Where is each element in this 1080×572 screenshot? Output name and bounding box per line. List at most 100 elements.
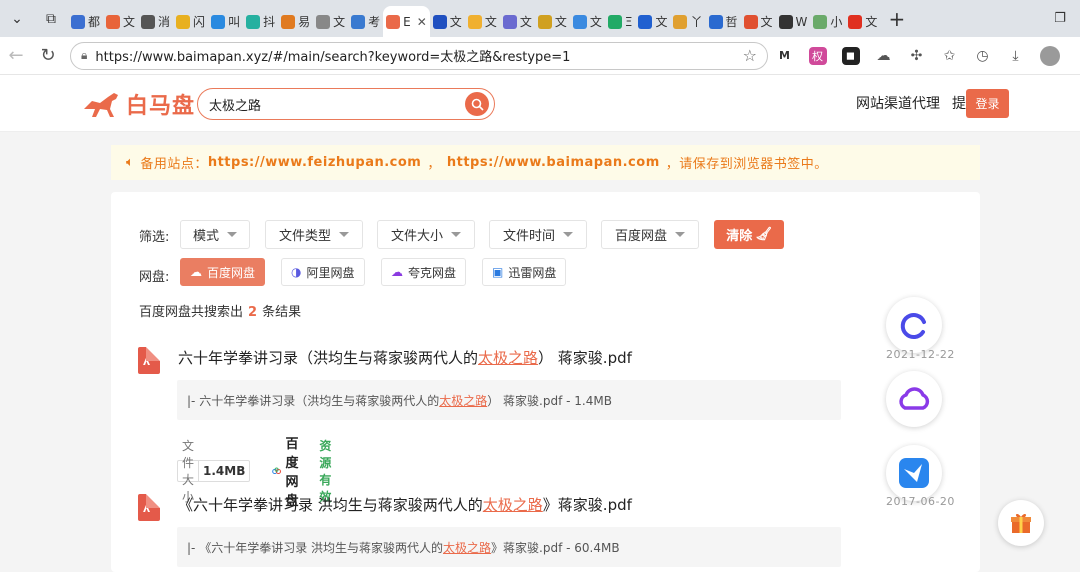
reload-icon[interactable]: ↻ xyxy=(32,45,64,66)
snippet-text: 》蒋家骏.pdf - 60.4MB xyxy=(491,540,620,555)
search-input[interactable]: 太极之路 xyxy=(197,88,495,120)
favorites-icon[interactable]: ✩ xyxy=(933,48,966,64)
address-bar[interactable]: 🔒︎ https://www.baimapan.xyz/#/main/searc… xyxy=(70,41,768,70)
agent-link[interactable]: 网站渠道代理 xyxy=(856,93,940,113)
tab-right-2[interactable]: 文 xyxy=(500,8,535,36)
tab-label: 考 xyxy=(368,15,381,29)
horse-logo-icon xyxy=(84,93,118,117)
tab-label: 文 xyxy=(519,15,532,29)
tab-label: 文 xyxy=(760,15,773,29)
tab-0[interactable]: 都 xyxy=(68,8,103,36)
chevron-down-icon xyxy=(451,232,461,237)
new-tab-button[interactable]: + xyxy=(880,7,913,31)
tab-favicon-icon xyxy=(386,14,401,29)
tab-right-10[interactable]: W xyxy=(776,8,811,36)
tab-6[interactable]: 易 xyxy=(278,8,313,36)
tab-favicon-icon xyxy=(316,14,331,29)
filter-label: 筛选: xyxy=(139,230,170,245)
search-button[interactable] xyxy=(465,92,489,116)
file-size-dropdown[interactable]: 文件大小 xyxy=(377,220,475,249)
tab-3[interactable]: 闪 xyxy=(173,8,208,36)
file-time-dropdown[interactable]: 文件时间 xyxy=(489,220,587,249)
tab-label: 文 xyxy=(484,15,497,29)
disk-aliyun[interactable]: ◑ 阿里网盘 xyxy=(281,258,365,286)
tab-right-0[interactable]: 文 xyxy=(430,8,465,36)
file-type-dropdown[interactable]: 文件类型 xyxy=(265,220,363,249)
notice-url-1[interactable]: https://www.feizhupan.com xyxy=(208,155,422,170)
ext-game-icon[interactable]: ◼ xyxy=(834,46,867,65)
disk-baidu[interactable]: ☁ 百度网盘 xyxy=(180,258,266,286)
disk-xunlei[interactable]: ▣ 迅雷网盘 xyxy=(482,258,567,286)
tab-right-12[interactable]: 文 xyxy=(845,8,880,36)
ext-mark-icon[interactable]: 权 xyxy=(801,46,834,65)
aliyun-float-button[interactable] xyxy=(886,297,942,353)
site-logo[interactable]: 白马盘 xyxy=(82,88,195,120)
mode-dropdown[interactable]: 模式 xyxy=(180,220,250,249)
notice-url-2[interactable]: https://www.baimapan.com xyxy=(447,155,660,170)
ext-cloud-icon[interactable]: ☁ xyxy=(867,48,900,64)
tab-list-right: 文文文文文Ξ文丫哲文W小文 xyxy=(430,2,881,36)
tab-right-6[interactable]: 文 xyxy=(635,8,670,36)
search-value: 太极之路 xyxy=(209,98,262,114)
tab-actions-icon[interactable]: ⌄ xyxy=(0,0,34,37)
window-restore-icon[interactable]: ❐ xyxy=(1040,11,1080,26)
title-highlight: 太极之路 xyxy=(482,496,543,514)
site-info-icon[interactable]: 🔒︎ xyxy=(81,48,87,63)
disk-dropdown[interactable]: 百度网盘 xyxy=(601,220,699,249)
browser-tab-strip: ⌄ ⧉ 都 文 消 闪 叫 抖 易 文 考 E ✕ 文 文 文 文 文 Ξ 文 丫 哲 文 W 小 文 + ❐ xyxy=(0,0,1080,37)
tab-1[interactable]: 文 xyxy=(103,8,138,36)
tab-label: 哲 xyxy=(725,15,738,29)
workspaces-icon[interactable]: ⧉ xyxy=(34,0,68,37)
tab-label: 文 xyxy=(865,15,878,29)
tab-right-8[interactable]: 哲 xyxy=(706,8,741,36)
close-tab-icon[interactable]: ✕ xyxy=(417,15,427,29)
baidu-cloud-icon: ☁ xyxy=(190,265,202,279)
baidu-cloud-logo-icon xyxy=(272,467,282,475)
tab-5[interactable]: 抖 xyxy=(243,8,278,36)
tab-4[interactable]: 叫 xyxy=(208,8,243,36)
result-title[interactable]: 《六十年学拳讲习录 洪均生与蒋家骏两代人的太极之路》蒋家骏.pdf xyxy=(178,494,632,515)
tab-active[interactable]: E ✕ xyxy=(383,6,430,37)
quark-float-button[interactable] xyxy=(886,371,942,427)
title-text: 六十年学拳讲习录（洪均生与蒋家骏两代人的 xyxy=(178,349,479,367)
tab-right-4[interactable]: 文 xyxy=(570,8,605,36)
result-title[interactable]: 六十年学拳讲习录（洪均生与蒋家骏两代人的太极之路） 蒋家骏.pdf xyxy=(178,347,632,368)
snippet-highlight: 太极之路 xyxy=(439,393,488,408)
tab-right-7[interactable]: 丫 xyxy=(670,8,705,36)
tab-right-5[interactable]: Ξ xyxy=(605,8,636,36)
tab-7[interactable]: 文 xyxy=(313,8,348,36)
xunlei-float-button[interactable] xyxy=(886,445,942,501)
tab-favicon-icon xyxy=(281,14,296,29)
tab-right-11[interactable]: 小 xyxy=(810,8,845,36)
dropdown-label: 文件大小 xyxy=(390,229,443,244)
downloads-icon[interactable]: ⤓ xyxy=(999,48,1032,64)
tab-favicon-icon xyxy=(211,14,226,29)
history-icon[interactable]: ◷ xyxy=(966,48,999,64)
login-button[interactable]: 登录 xyxy=(966,89,1009,118)
tab-2[interactable]: 消 xyxy=(138,8,173,36)
tab-favicon-icon xyxy=(246,14,261,29)
title-text: ） 蒋家骏.pdf xyxy=(538,349,632,367)
tab-8[interactable]: 考 xyxy=(348,8,383,36)
tab-label: 易 xyxy=(298,15,311,29)
tab-favicon-icon xyxy=(673,14,688,29)
clear-button[interactable]: 清除 🧹︎ xyxy=(714,220,784,249)
profile-avatar[interactable] xyxy=(1040,45,1060,66)
ext-ai-icon[interactable]: M xyxy=(768,46,801,65)
gift-button[interactable] xyxy=(998,500,1044,546)
extensions-icon[interactable]: ✣ xyxy=(900,48,933,64)
tab-right-9[interactable]: 文 xyxy=(741,8,776,36)
tab-label: 抖 xyxy=(263,15,276,29)
tab-favicon-icon xyxy=(502,14,517,29)
xunlei-icon: ▣ xyxy=(492,265,504,279)
back-icon[interactable]: ← xyxy=(0,45,32,66)
aliyun-icon: ◑ xyxy=(291,265,302,279)
tab-right-1[interactable]: 文 xyxy=(465,8,500,36)
disk-quark[interactable]: ☁ 夸克网盘 xyxy=(381,258,467,286)
tab-right-3[interactable]: 文 xyxy=(535,8,570,36)
dropdown-label: 文件类型 xyxy=(278,229,331,244)
tab-favicon-icon xyxy=(351,14,366,29)
result-snippet: |- 《六十年学拳讲习录 洪均生与蒋家骏两代人的 太极之路 》蒋家骏.pdf - 6… xyxy=(177,527,841,567)
chevron-down-icon xyxy=(227,232,237,237)
favorite-star-icon[interactable]: ☆ xyxy=(743,46,757,65)
